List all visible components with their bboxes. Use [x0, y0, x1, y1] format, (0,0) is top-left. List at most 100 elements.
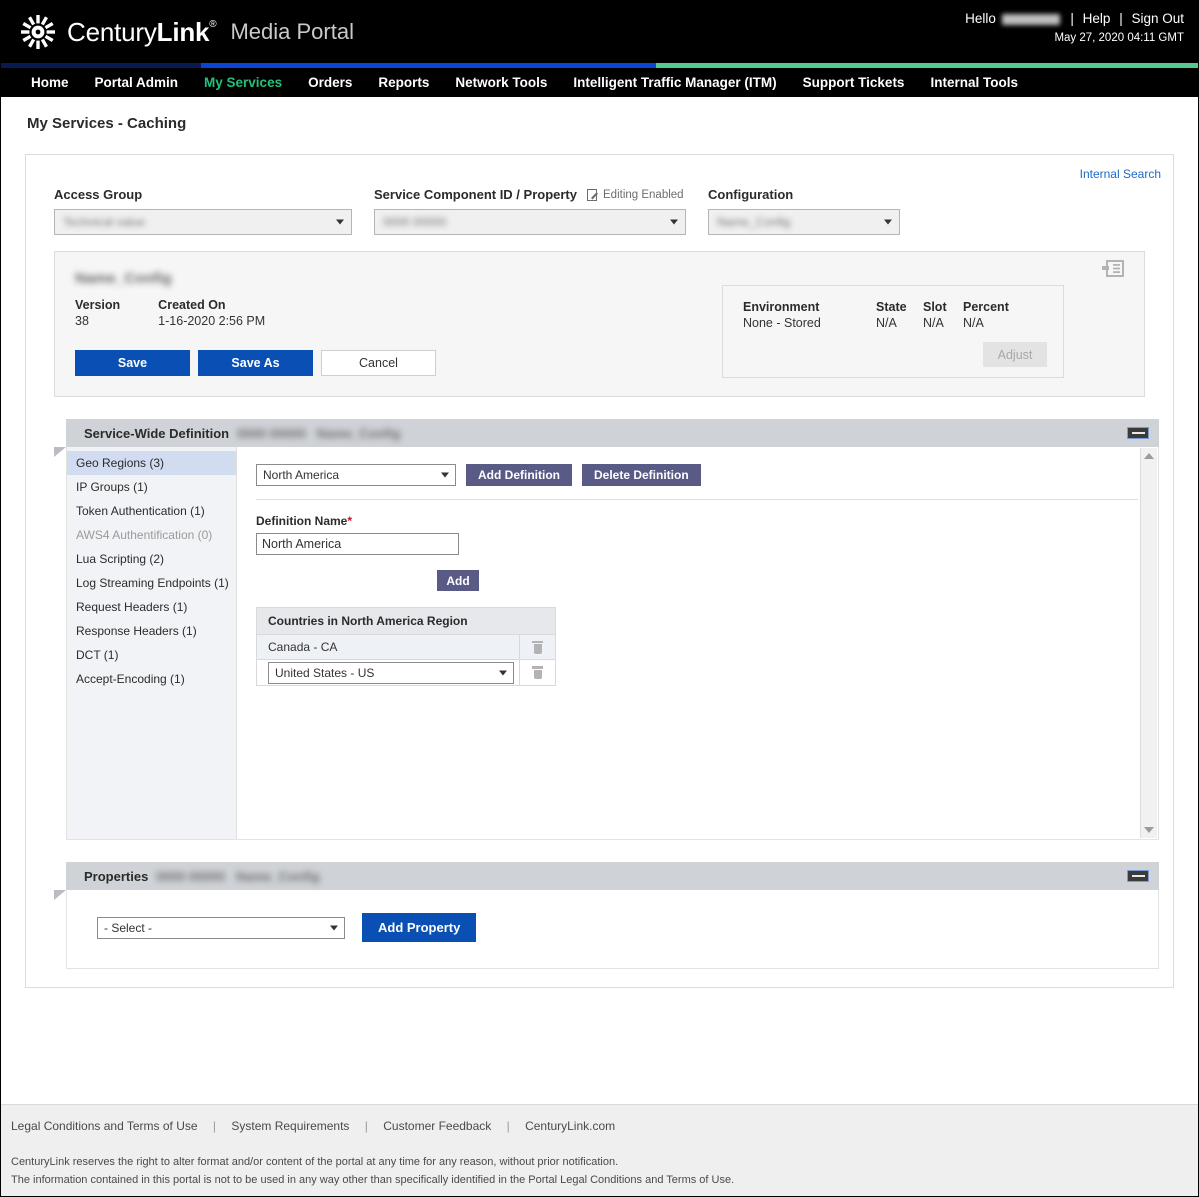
- category-item-ip-groups[interactable]: IP Groups (1): [67, 475, 236, 499]
- brand-subtitle: Media Portal: [230, 19, 354, 44]
- nav-item-orders[interactable]: Orders: [295, 75, 365, 90]
- definition-name-input[interactable]: North America: [256, 533, 459, 555]
- editing-enabled-flag: Editing Enabled: [587, 188, 684, 201]
- access-group-select[interactable]: Technical value: [54, 209, 352, 235]
- service-component-label: Service Component ID / Property Editing …: [374, 187, 686, 202]
- nav-item-portal-admin[interactable]: Portal Admin: [82, 75, 192, 90]
- scroll-up-button[interactable]: [1141, 448, 1157, 464]
- service-wide-collapse-button[interactable]: [1127, 427, 1149, 439]
- save-as-button[interactable]: Save As: [198, 350, 313, 376]
- footer-link-legal[interactable]: Legal Conditions and Terms of Use: [11, 1119, 198, 1133]
- accent-stripe: [1, 63, 1198, 68]
- category-item-aws4-authentification[interactable]: AWS4 Authentification (0): [67, 523, 236, 547]
- countries-table-header: Countries in North America Region: [257, 608, 555, 635]
- service-component-select[interactable]: 0000 00000: [374, 209, 686, 235]
- nav-item-home[interactable]: Home: [18, 75, 82, 90]
- table-row: Canada - CA: [257, 635, 555, 660]
- created-on-value: 1-16-2020 2:56 PM: [158, 314, 266, 328]
- footer-link-centurylink-com[interactable]: CenturyLink.com: [525, 1119, 615, 1133]
- chevron-down-icon: [499, 670, 507, 675]
- username-redacted: [1001, 13, 1060, 25]
- category-item-log-streaming-endpoints[interactable]: Log Streaming Endpoints (1): [67, 571, 236, 595]
- country-select-value: United States - US: [275, 665, 375, 680]
- centurylink-starburst-icon: [19, 13, 57, 51]
- definition-name-label-text: Definition Name: [256, 514, 348, 528]
- category-item-request-headers[interactable]: Request Headers (1): [67, 595, 236, 619]
- footer-link-customer-feedback[interactable]: Customer Feedback: [383, 1119, 491, 1133]
- delete-country-button[interactable]: [519, 635, 555, 659]
- environment-label: Environment: [743, 300, 820, 314]
- property-select-value: - Select -: [104, 920, 153, 935]
- panel-collapse-icon[interactable]: [1102, 260, 1124, 280]
- category-item-response-headers[interactable]: Response Headers (1): [67, 619, 236, 643]
- slot-col: Slot N/A: [923, 300, 963, 330]
- add-property-button[interactable]: Add Property: [362, 913, 477, 942]
- category-item-lua-scripting[interactable]: Lua Scripting (2): [67, 547, 236, 571]
- nav-item-itm[interactable]: Intelligent Traffic Manager (ITM): [560, 75, 789, 90]
- environment-panel: Environment None - Stored State N/A Slot…: [722, 285, 1064, 378]
- editing-enabled-text: Editing Enabled: [603, 188, 684, 201]
- definition-select[interactable]: North America: [256, 464, 456, 486]
- brand-prefix: Century: [67, 16, 157, 47]
- trash-icon: [532, 640, 543, 654]
- delete-country-button[interactable]: [519, 660, 555, 685]
- page-title: My Services - Caching: [27, 115, 187, 132]
- properties-title: Properties: [84, 868, 149, 884]
- version-value: 38: [75, 314, 89, 328]
- percent-label: Percent: [963, 300, 1009, 314]
- category-list: Geo Regions (3) IP Groups (1) Token Auth…: [67, 447, 237, 839]
- environment-value: None - Stored: [743, 316, 821, 330]
- scroll-down-button[interactable]: [1141, 822, 1157, 838]
- chevron-down-icon: [1144, 827, 1154, 833]
- percent-col: Percent N/A: [963, 300, 1033, 330]
- state-col: State N/A: [876, 300, 923, 330]
- save-button[interactable]: Save: [75, 350, 190, 376]
- created-on-block: Created On 1-16-2020 2:56 PM: [158, 298, 265, 328]
- configuration-value: Name_Config: [717, 215, 791, 229]
- footer-link-system-requirements[interactable]: System Requirements: [231, 1119, 349, 1133]
- category-item-geo-regions[interactable]: Geo Regions (3): [67, 451, 236, 475]
- content-card: Internal Search Access Group Technical v…: [25, 154, 1174, 988]
- country-select[interactable]: United States - US: [268, 661, 514, 684]
- country-name: Canada - CA: [268, 640, 338, 654]
- nav-item-reports[interactable]: Reports: [365, 75, 442, 90]
- service-wide-title: Service-Wide Definition: [84, 425, 230, 441]
- country-select-cell: United States - US: [257, 661, 519, 684]
- category-item-accept-encoding[interactable]: Accept-Encoding (1): [67, 667, 236, 691]
- nav-item-internal-tools[interactable]: Internal Tools: [917, 75, 1031, 90]
- service-wide-definition-section: Service-Wide Definition 0000 00000 Name_…: [54, 419, 1159, 840]
- help-link[interactable]: Help: [1083, 11, 1111, 26]
- properties-body: - Select - Add Property: [66, 890, 1159, 969]
- required-marker: *: [347, 514, 353, 528]
- stripe-segment-blue: [201, 63, 656, 68]
- delete-definition-button[interactable]: Delete Definition: [581, 464, 701, 486]
- definition-scrollbar[interactable]: [1140, 448, 1157, 838]
- nav-item-network-tools[interactable]: Network Tools: [442, 75, 560, 90]
- add-definition-button[interactable]: Add Definition: [466, 464, 572, 486]
- header-datetime: May 27, 2020 04:11 GMT: [1054, 32, 1184, 44]
- environment-col: Environment None - Stored: [743, 300, 876, 330]
- brand-bold: Link: [156, 16, 210, 47]
- properties-section: Properties 0000 00000 Name_Config - Sele…: [54, 862, 1159, 969]
- category-item-token-authentication[interactable]: Token Authentication (1): [67, 499, 236, 523]
- properties-collapse-button[interactable]: [1127, 870, 1149, 882]
- configuration-select[interactable]: Name_Config: [708, 209, 900, 235]
- nav-item-my-services[interactable]: My Services: [191, 75, 295, 90]
- brand[interactable]: CenturyLink® Media Portal: [19, 13, 354, 51]
- stripe-segment-green: [656, 63, 1198, 68]
- cancel-button[interactable]: Cancel: [321, 350, 436, 376]
- definition-toolbar: North America Add Definition Delete Defi…: [256, 464, 1158, 486]
- definition-name-label: Definition Name*: [256, 514, 1158, 528]
- property-select[interactable]: - Select -: [97, 916, 345, 939]
- internal-search-link[interactable]: Internal Search: [1080, 167, 1161, 181]
- nav-item-support-tickets[interactable]: Support Tickets: [790, 75, 918, 90]
- service-wide-header: Service-Wide Definition 0000 00000 Name_…: [66, 419, 1159, 447]
- definition-wrapper: Geo Regions (3) IP Groups (1) Token Auth…: [67, 447, 1158, 839]
- category-item-dct[interactable]: DCT (1): [67, 643, 236, 667]
- sign-out-link[interactable]: Sign Out: [1131, 11, 1184, 26]
- service-component-label-text: Service Component ID / Property: [374, 187, 577, 202]
- footer-note-line1: CenturyLink reserves the right to alter …: [11, 1156, 619, 1168]
- percent-value: N/A: [963, 316, 984, 330]
- add-country-button[interactable]: Add: [437, 570, 479, 591]
- selector-row: Access Group Technical value Service Com…: [26, 155, 1173, 245]
